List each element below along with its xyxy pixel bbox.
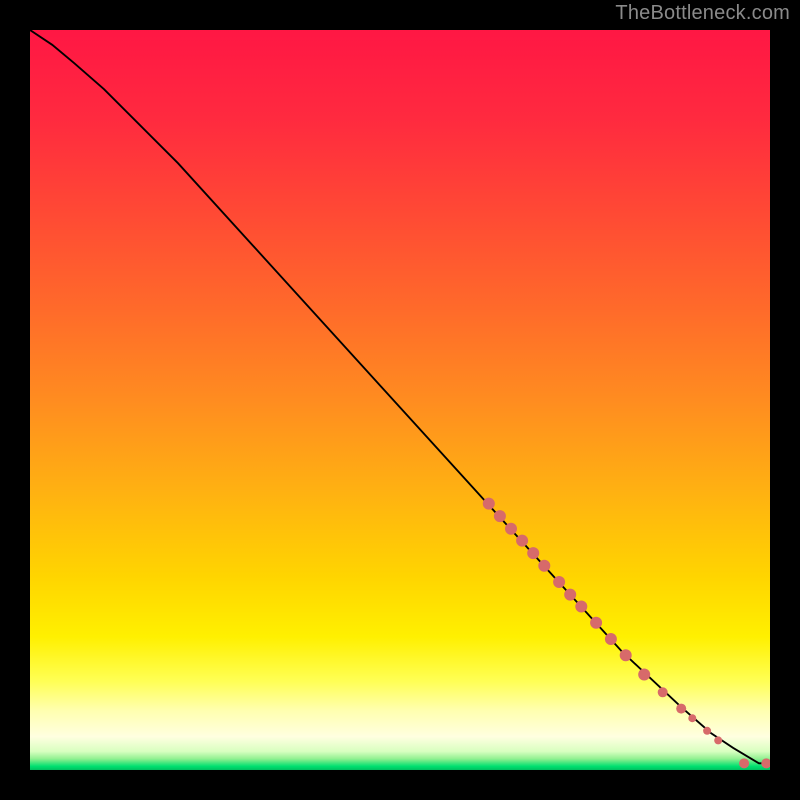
chart-frame: TheBottleneck.com	[0, 0, 800, 800]
data-point	[483, 498, 495, 510]
curve-line	[30, 30, 770, 763]
data-point	[590, 617, 602, 629]
data-point	[553, 576, 565, 588]
data-markers	[483, 498, 770, 769]
data-point	[494, 510, 506, 522]
data-point	[516, 535, 528, 547]
plot-area	[30, 30, 770, 770]
data-point	[564, 589, 576, 601]
attribution-label: TheBottleneck.com	[615, 2, 790, 25]
data-point	[620, 649, 632, 661]
data-point	[688, 714, 696, 722]
data-point	[505, 523, 517, 535]
data-point	[658, 687, 668, 697]
data-point	[739, 758, 749, 768]
data-point	[538, 560, 550, 572]
data-point	[527, 547, 539, 559]
data-point	[676, 704, 686, 714]
data-point	[605, 633, 617, 645]
chart-overlay	[30, 30, 770, 770]
data-point	[761, 758, 770, 768]
data-point	[575, 600, 587, 612]
data-point	[703, 727, 711, 735]
data-point	[714, 736, 722, 744]
data-point	[638, 669, 650, 681]
